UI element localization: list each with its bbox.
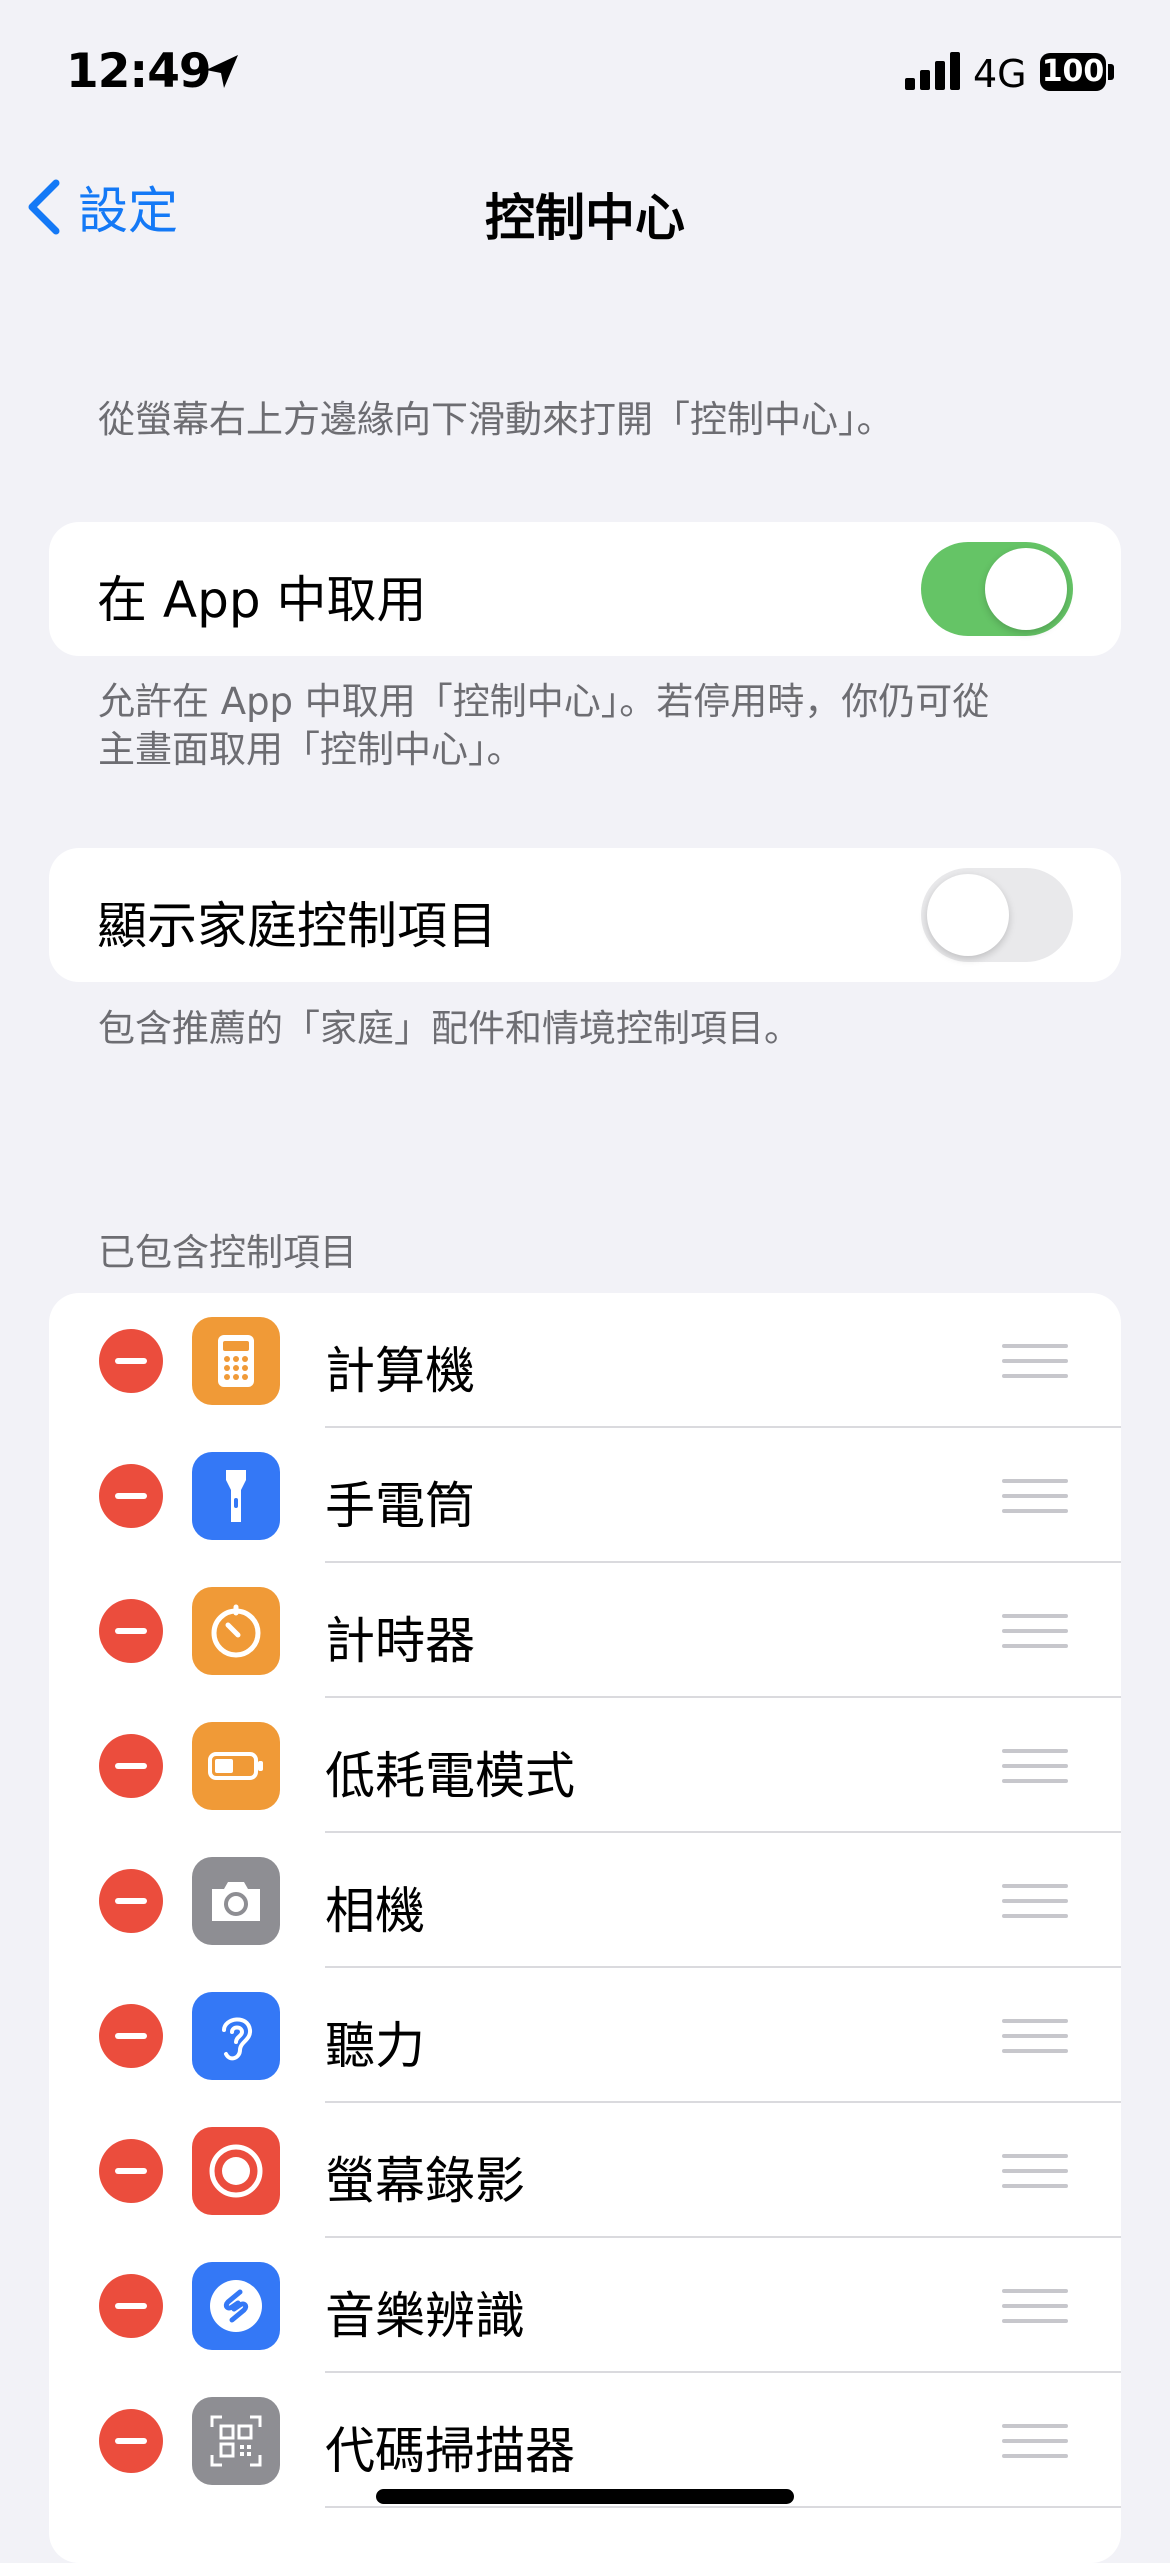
remove-button[interactable] xyxy=(99,2004,163,2068)
remove-button[interactable] xyxy=(99,2139,163,2203)
item-label: 手電筒 xyxy=(325,1477,475,1535)
list-item: 音樂辨識 xyxy=(49,2238,1121,2373)
home-controls-card: 顯示家庭控制項目 xyxy=(49,848,1121,982)
item-label: 聽力 xyxy=(325,2017,425,2075)
status-time: 12:49 xyxy=(66,44,212,99)
remove-button[interactable] xyxy=(99,1734,163,1798)
reorder-handle-icon[interactable] xyxy=(1002,1344,1068,1378)
reorder-handle-icon[interactable] xyxy=(1002,2019,1068,2053)
shazam-icon xyxy=(192,2262,280,2350)
remove-button[interactable] xyxy=(99,2274,163,2338)
list-item: 相機 xyxy=(49,1833,1121,1968)
battery-tip xyxy=(1108,64,1114,80)
item-label: 音樂辨識 xyxy=(325,2287,525,2345)
home-indicator[interactable] xyxy=(376,2489,794,2504)
cellular-signal-icon xyxy=(905,52,960,90)
reorder-handle-icon[interactable] xyxy=(1002,1479,1068,1513)
list-item: 聽力 xyxy=(49,1968,1121,2103)
home-controls-label: 顯示家庭控制項目 xyxy=(97,897,497,955)
list-item: 螢幕錄影 xyxy=(49,2103,1121,2238)
included-controls-list: 計算機 手電筒 計時器 低耗電模式 相機 聽力 螢幕錄影 音樂辨識 代碼掃描器 xyxy=(49,1293,1121,2563)
reorder-handle-icon[interactable] xyxy=(1002,2154,1068,2188)
ear-icon xyxy=(192,1992,280,2080)
navigation-bar: 設定 控制中心 xyxy=(0,160,1170,260)
list-item: 手電筒 xyxy=(49,1428,1121,1563)
item-label: 計算機 xyxy=(325,1342,475,1400)
toggle-knob xyxy=(985,548,1067,630)
reorder-handle-icon[interactable] xyxy=(1002,1614,1068,1648)
footer-line: 允許在 App 中取用「控制中心」。若停用時，你仍可從 xyxy=(98,680,990,723)
flashlight-icon xyxy=(192,1452,280,1540)
toggle-knob xyxy=(927,874,1009,956)
reorder-handle-icon[interactable] xyxy=(1002,1884,1068,1918)
item-label: 螢幕錄影 xyxy=(325,2152,525,2210)
calculator-icon xyxy=(192,1317,280,1405)
camera-icon xyxy=(192,1857,280,1945)
access-in-apps-toggle[interactable] xyxy=(921,542,1073,636)
item-label: 低耗電模式 xyxy=(325,1747,575,1805)
qr-code-icon xyxy=(192,2397,280,2485)
access-in-apps-label: 在 App 中取用 xyxy=(97,571,427,629)
remove-button[interactable] xyxy=(99,2409,163,2473)
included-controls-header: 已包含控制項目 xyxy=(98,1231,357,1274)
list-item: 低耗電模式 xyxy=(49,1698,1121,1833)
access-in-apps-footer: 允許在 App 中取用「控制中心」。若停用時，你仍可從 主畫面取用「控制中心」。 xyxy=(98,678,989,774)
home-controls-toggle[interactable] xyxy=(921,868,1073,962)
status-bar: 12:49 4G 100 xyxy=(0,0,1170,150)
separator xyxy=(325,2506,1121,2508)
remove-button[interactable] xyxy=(99,1464,163,1528)
record-icon xyxy=(192,2127,280,2215)
reorder-handle-icon[interactable] xyxy=(1002,1749,1068,1783)
timer-icon xyxy=(192,1587,280,1675)
remove-button[interactable] xyxy=(99,1869,163,1933)
location-arrow-icon xyxy=(206,55,238,88)
footer-line: 主畫面取用「控制中心」。 xyxy=(98,728,524,771)
item-label: 代碼掃描器 xyxy=(325,2422,575,2480)
reorder-handle-icon[interactable] xyxy=(1002,2289,1068,2323)
reorder-handle-icon[interactable] xyxy=(1002,2424,1068,2458)
intro-text: 從螢幕右上方邊緣向下滑動來打開「控制中心」。 xyxy=(98,398,894,441)
home-controls-footer: 包含推薦的「家庭」配件和情境控制項目。 xyxy=(98,1007,801,1050)
list-item: 代碼掃描器 xyxy=(49,2373,1121,2508)
page-title: 控制中心 xyxy=(485,189,685,247)
item-label: 相機 xyxy=(325,1882,425,1940)
battery-icon xyxy=(192,1722,280,1810)
network-type: 4G xyxy=(973,52,1027,96)
battery-icon: 100 xyxy=(1040,53,1106,91)
access-in-apps-card: 在 App 中取用 xyxy=(49,522,1121,656)
item-label: 計時器 xyxy=(325,1612,475,1670)
remove-button[interactable] xyxy=(99,1329,163,1393)
list-item: 計算機 xyxy=(49,1293,1121,1428)
remove-button[interactable] xyxy=(99,1599,163,1663)
list-item: 計時器 xyxy=(49,1563,1121,1698)
